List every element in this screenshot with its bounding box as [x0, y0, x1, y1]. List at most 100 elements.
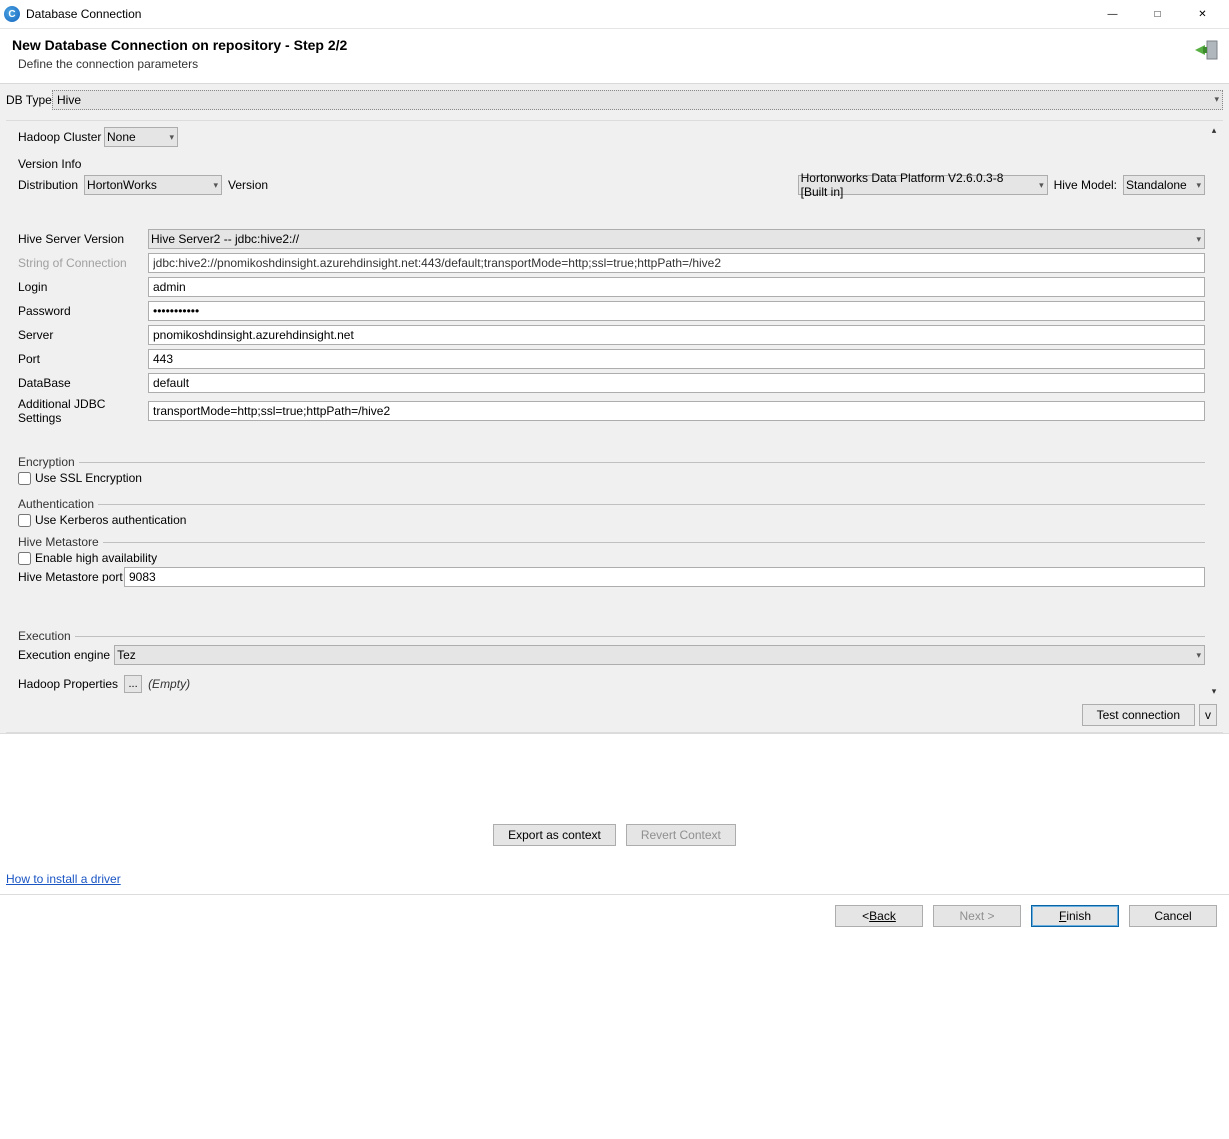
hive-model-label: Hive Model: — [1054, 178, 1117, 192]
port-field[interactable] — [148, 349, 1205, 369]
wizard-footer: < Back Next > Finish Cancel — [0, 894, 1229, 941]
chevron-down-icon: ▾ — [214, 180, 219, 191]
cancel-button[interactable]: Cancel — [1129, 905, 1217, 927]
maximize-button[interactable]: □ — [1135, 0, 1180, 28]
encryption-group: Encryption Use SSL Encryption — [18, 455, 1205, 489]
window-controls: — □ ✕ — [1090, 0, 1225, 28]
authentication-group: Authentication Use Kerberos authenticati… — [18, 497, 1205, 531]
distribution-label: Distribution — [18, 178, 78, 192]
context-buttons: Export as context Revert Context — [0, 734, 1229, 872]
app-icon: C — [4, 6, 20, 22]
hive-server-version-label: Hive Server Version — [18, 232, 148, 246]
login-field[interactable] — [148, 277, 1205, 297]
execution-engine-row: Execution engine Tez ▾ — [18, 645, 1205, 665]
hive-model-select[interactable]: Standalone ▾ — [1123, 175, 1205, 195]
chevron-down-icon: ▾ — [1214, 94, 1219, 105]
hadoop-cluster-select[interactable]: None ▾ — [104, 127, 178, 147]
jdbc-settings-label: Additional JDBC Settings — [18, 397, 148, 425]
test-connection-row: Test connection v — [6, 700, 1223, 733]
ha-checkbox-row[interactable]: Enable high availability — [18, 551, 1205, 565]
metastore-port-row: Hive Metastore port — [18, 567, 1205, 587]
password-label: Password — [18, 304, 148, 318]
kerberos-label: Use Kerberos authentication — [35, 513, 186, 527]
version-label: Version — [228, 178, 268, 192]
hive-server-version-value: Hive Server2 -- jdbc:hive2:// — [151, 232, 299, 246]
version-info-title: Version Info — [18, 157, 1205, 171]
next-button: Next > — [933, 905, 1021, 927]
ha-label: Enable high availability — [35, 551, 157, 565]
hive-server-version-select[interactable]: Hive Server2 -- jdbc:hive2:// ▾ — [148, 229, 1205, 249]
hadoop-cluster-row: Hadoop Cluster None ▾ — [18, 127, 1205, 147]
database-label: DataBase — [18, 376, 148, 390]
dbtype-select[interactable]: Hive ▾ — [52, 90, 1223, 110]
kerberos-checkbox-row[interactable]: Use Kerberos authentication — [18, 513, 1205, 527]
execution-engine-select[interactable]: Tez ▾ — [114, 645, 1205, 665]
metastore-group: Hive Metastore Enable high availability … — [18, 535, 1205, 595]
database-field[interactable] — [148, 373, 1205, 393]
execution-engine-value: Tez — [117, 648, 136, 662]
authentication-title: Authentication — [18, 497, 98, 511]
hadoop-properties-note: (Empty) — [148, 677, 190, 691]
kerberos-checkbox[interactable] — [18, 514, 31, 527]
page-subtitle: Define the connection parameters — [12, 57, 1217, 71]
distribution-select[interactable]: HortonWorks ▾ — [84, 175, 222, 195]
driver-link-area: How to install a driver — [0, 872, 1229, 894]
back-label: Back — [869, 909, 896, 923]
finish-button[interactable]: Finish — [1031, 905, 1119, 927]
metastore-port-label: Hive Metastore port — [18, 570, 124, 584]
execution-group: Execution Execution engine Tez ▾ — [18, 629, 1205, 669]
install-driver-link[interactable]: How to install a driver — [6, 872, 121, 886]
page-title: New Database Connection on repository - … — [12, 37, 1217, 53]
scroll-up-icon[interactable]: ▴ — [1207, 123, 1221, 137]
dbtype-row: DB Type Hive ▾ — [6, 88, 1223, 116]
revert-context-button: Revert Context — [626, 824, 736, 846]
chevron-down-icon: ▾ — [169, 132, 174, 143]
titlebar: C Database Connection — □ ✕ — [0, 0, 1229, 28]
chevron-down-icon: ▾ — [1039, 180, 1044, 191]
scroll-pane: ▴ ▾ Hadoop Cluster None ▾ Version Info D… — [6, 120, 1223, 700]
wizard-banner-icon — [1193, 37, 1219, 63]
connection-string-field — [148, 253, 1205, 273]
chevron-down-icon: ▾ — [1196, 650, 1201, 661]
dbtype-label: DB Type — [6, 93, 52, 107]
connection-string-label: String of Connection — [18, 256, 148, 270]
window-title: Database Connection — [26, 7, 1090, 21]
distribution-value: HortonWorks — [87, 178, 157, 192]
version-info-box: Version Info Distribution HortonWorks ▾ … — [18, 151, 1205, 195]
login-label: Login — [18, 280, 148, 294]
server-field[interactable] — [148, 325, 1205, 345]
scroll-down-icon[interactable]: ▾ — [1207, 684, 1221, 698]
close-button[interactable]: ✕ — [1180, 0, 1225, 28]
ssl-checkbox[interactable] — [18, 472, 31, 485]
dbtype-value: Hive — [57, 93, 81, 107]
form-body: DB Type Hive ▾ ▴ ▾ Hadoop Cluster None ▾… — [0, 84, 1229, 734]
version-select[interactable]: Hortonworks Data Platform V2.6.0.3-8 [Bu… — [798, 175, 1048, 195]
wizard-header: New Database Connection on repository - … — [0, 28, 1229, 84]
hadoop-cluster-value: None — [107, 130, 136, 144]
ha-checkbox[interactable] — [18, 552, 31, 565]
execution-engine-label: Execution engine — [18, 648, 110, 662]
port-label: Port — [18, 352, 148, 366]
hadoop-properties-row: Hadoop Properties ... (Empty) — [18, 675, 1205, 693]
hadoop-properties-label: Hadoop Properties — [18, 677, 118, 691]
version-value: Hortonworks Data Platform V2.6.0.3-8 [Bu… — [801, 171, 1031, 199]
back-button[interactable]: < Back — [835, 905, 923, 927]
export-context-button[interactable]: Export as context — [493, 824, 616, 846]
hive-model-value: Standalone — [1126, 178, 1187, 192]
password-field[interactable] — [148, 301, 1205, 321]
version-info-row: Distribution HortonWorks ▾ Version Horto… — [18, 175, 1205, 195]
chevron-down-icon: ▾ — [1196, 180, 1201, 191]
metastore-title: Hive Metastore — [18, 535, 103, 549]
jdbc-settings-field[interactable] — [148, 401, 1205, 421]
test-connection-menu-button[interactable]: v — [1199, 704, 1217, 726]
server-label: Server — [18, 328, 148, 342]
test-connection-button[interactable]: Test connection — [1082, 704, 1195, 726]
ssl-label: Use SSL Encryption — [35, 471, 142, 485]
ssl-checkbox-row[interactable]: Use SSL Encryption — [18, 471, 1205, 485]
connection-fields: Hive Server Version Hive Server2 -- jdbc… — [18, 229, 1205, 425]
metastore-port-field[interactable] — [124, 567, 1205, 587]
hadoop-properties-button[interactable]: ... — [124, 675, 142, 693]
minimize-button[interactable]: — — [1090, 0, 1135, 28]
execution-title: Execution — [18, 629, 75, 643]
chevron-down-icon: ▾ — [1196, 234, 1201, 245]
